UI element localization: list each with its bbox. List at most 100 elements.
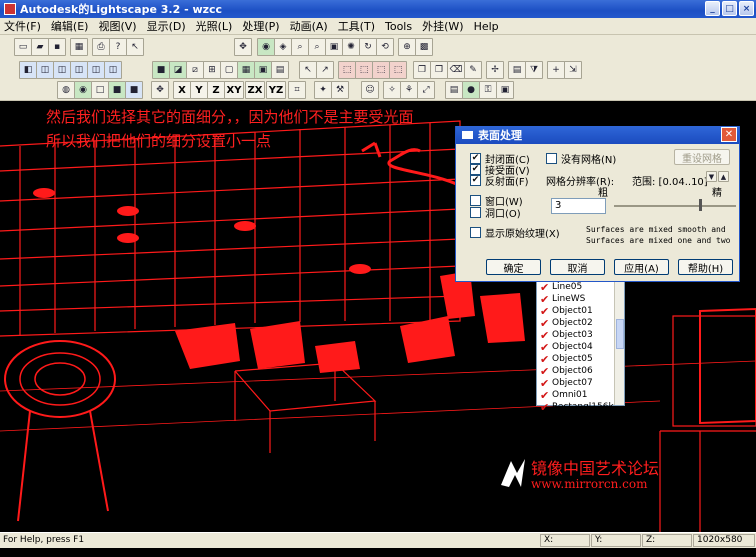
texture-icon[interactable]: ▦ [237, 61, 255, 79]
box-green-icon[interactable]: ■ [108, 81, 126, 99]
zoom-extents-icon[interactable]: ⊕ [398, 38, 416, 56]
scroll-thumb[interactable] [616, 319, 624, 349]
open-folder-icon[interactable]: ▰ [31, 38, 49, 56]
list-item[interactable]: ✔ Line05 [537, 281, 624, 294]
render-mode-2-icon[interactable]: ◫ [36, 61, 54, 79]
move-axis-icon[interactable]: ✥ [151, 81, 169, 99]
list-scrollbar[interactable] [614, 281, 624, 405]
select-minus-icon[interactable]: ⬚ [372, 61, 390, 79]
mesh-icon[interactable]: ⊞ [203, 61, 221, 79]
solid-icon[interactable]: ◍ [57, 81, 75, 99]
menu-file[interactable]: 文件(F) [4, 18, 41, 34]
edit-icon[interactable]: ✎ [464, 61, 482, 79]
axis-xy-button[interactable]: XY [224, 81, 244, 99]
wire-icon[interactable]: ⧄ [186, 61, 204, 79]
no-mesh-checkbox[interactable]: 没有网格(N) [546, 151, 616, 166]
mesh-slider-thumb[interactable] [699, 199, 702, 211]
view-icon[interactable]: ▩ [415, 38, 433, 56]
list-item[interactable]: ✔ Object03 [537, 329, 624, 342]
list-item[interactable]: ✔ Object05 [537, 353, 624, 366]
menu-tools[interactable]: Tools [385, 20, 412, 33]
render-mode-5-icon[interactable]: ◫ [87, 61, 105, 79]
axis-zx-button[interactable]: ZX [245, 81, 265, 99]
lock-icon[interactable]: ⚿ [479, 81, 497, 99]
light-add-icon[interactable]: ✦ [314, 81, 332, 99]
range-down-icon[interactable]: ▼ [706, 171, 717, 182]
copy-icon[interactable]: ❐ [413, 61, 431, 79]
show-texture-checkbox[interactable]: 显示原始纹理(X) [470, 225, 560, 240]
properties-icon[interactable]: ▤ [508, 61, 526, 79]
list-item[interactable]: ✔ Rectangl156k [537, 401, 624, 414]
axis-yz-button[interactable]: YZ [266, 81, 286, 99]
context-help-icon[interactable]: ↖ [126, 38, 144, 56]
camera-view-icon[interactable]: ▣ [496, 81, 514, 99]
paste-icon[interactable]: ❐ [430, 61, 448, 79]
apply-button[interactable]: 应用(A) [614, 259, 669, 275]
help-icon[interactable]: ? [109, 38, 127, 56]
delete-icon[interactable]: ⌫ [447, 61, 465, 79]
scale-icon[interactable]: ⤢ [417, 81, 435, 99]
orbit-icon[interactable]: ↻ [359, 38, 377, 56]
person-icon[interactable]: ☺ [361, 81, 379, 99]
zoom-window-icon[interactable]: ⌕ [308, 38, 326, 56]
globe-icon[interactable]: ● [462, 81, 480, 99]
wand-icon[interactable]: ⚘ [400, 81, 418, 99]
light-icon[interactable]: ✺ [342, 38, 360, 56]
maximize-button[interactable]: □ [722, 1, 737, 16]
render-mode-1-icon[interactable]: ◧ [19, 61, 37, 79]
camera-icon[interactable]: ▣ [325, 38, 343, 56]
print-icon[interactable]: ⎙ [92, 38, 110, 56]
cube-split-icon[interactable]: ◪ [169, 61, 187, 79]
opening-checkbox[interactable]: 洞口(O) [470, 205, 521, 220]
reflect-surface-checkbox[interactable]: ✔ 反射面(F) [470, 173, 529, 188]
axis-x-button[interactable]: X [173, 81, 191, 99]
align-icon[interactable]: ⇲ [564, 61, 582, 79]
menu-process[interactable]: 处理(P) [242, 18, 279, 34]
list-item[interactable]: ✔ Object01 [537, 305, 624, 318]
move-icon[interactable]: ✢ [486, 61, 504, 79]
filter-icon[interactable]: ⧩ [525, 61, 543, 79]
menu-plugins[interactable]: 外挂(W) [422, 18, 463, 34]
zoom-icon[interactable]: ⌕ [291, 38, 309, 56]
select-plus-icon[interactable]: ↗ [316, 61, 334, 79]
list-item[interactable]: ✔ Object02 [537, 317, 624, 330]
menu-animation[interactable]: 动画(A) [290, 18, 328, 34]
axis-y-button[interactable]: Y [190, 81, 208, 99]
list-item[interactable]: ✔ Object06 [537, 365, 624, 378]
select-cross-icon[interactable]: ⬚ [355, 61, 373, 79]
help-button[interactable]: 帮助(H) [678, 259, 733, 275]
render-mode-4-icon[interactable]: ◫ [70, 61, 88, 79]
list-item[interactable]: ✔ Object07 [537, 377, 624, 390]
object-list[interactable]: ✔ Line05 ✔ LineWS ✔ Object01 ✔ Object02 ✔ Obj… [536, 280, 625, 414]
menu-edit[interactable]: 编辑(E) [51, 18, 89, 34]
walk-icon[interactable]: ◈ [274, 38, 292, 56]
box-blue-icon[interactable]: ■ [125, 81, 143, 99]
axis-z-button[interactable]: Z [207, 81, 225, 99]
frame-icon[interactable]: ▣ [254, 61, 272, 79]
close-button[interactable]: × [739, 1, 754, 16]
rotate-icon[interactable]: ⟲ [376, 38, 394, 56]
list-item[interactable]: ✔ Object04 [537, 341, 624, 354]
dialog-close-button[interactable]: ✕ [721, 127, 737, 142]
magic-icon[interactable]: ✧ [383, 81, 401, 99]
cube-green-icon[interactable]: ■ [152, 61, 170, 79]
list-item[interactable]: ✔ Omni01 [537, 389, 624, 402]
add-icon[interactable]: + [547, 61, 565, 79]
menu-tools-cn[interactable]: 工具(T) [338, 18, 375, 34]
menu-display[interactable]: 显示(D) [147, 18, 186, 34]
new-file-icon[interactable]: ▭ [14, 38, 32, 56]
reset-mesh-button[interactable]: 重设网格 [674, 149, 730, 165]
tool-icon[interactable]: ⚒ [331, 81, 349, 99]
ok-button[interactable]: 确定 [486, 259, 541, 275]
render-mode-3-icon[interactable]: ◫ [53, 61, 71, 79]
mesh-value-input[interactable]: 3 [551, 198, 606, 214]
select-clear-icon[interactable]: ⬚ [389, 61, 407, 79]
pan-icon[interactable]: ✥ [234, 38, 252, 56]
select-arrow-icon[interactable]: ↖ [299, 61, 317, 79]
snap-icon[interactable]: ⌗ [288, 81, 306, 99]
minimize-button[interactable]: _ [705, 1, 720, 16]
mesh-slider-track[interactable] [614, 205, 736, 207]
save-icon[interactable]: ▪ [48, 38, 66, 56]
list-item[interactable]: ✔ LineWS [537, 293, 624, 306]
blank-icon[interactable]: □ [91, 81, 109, 99]
